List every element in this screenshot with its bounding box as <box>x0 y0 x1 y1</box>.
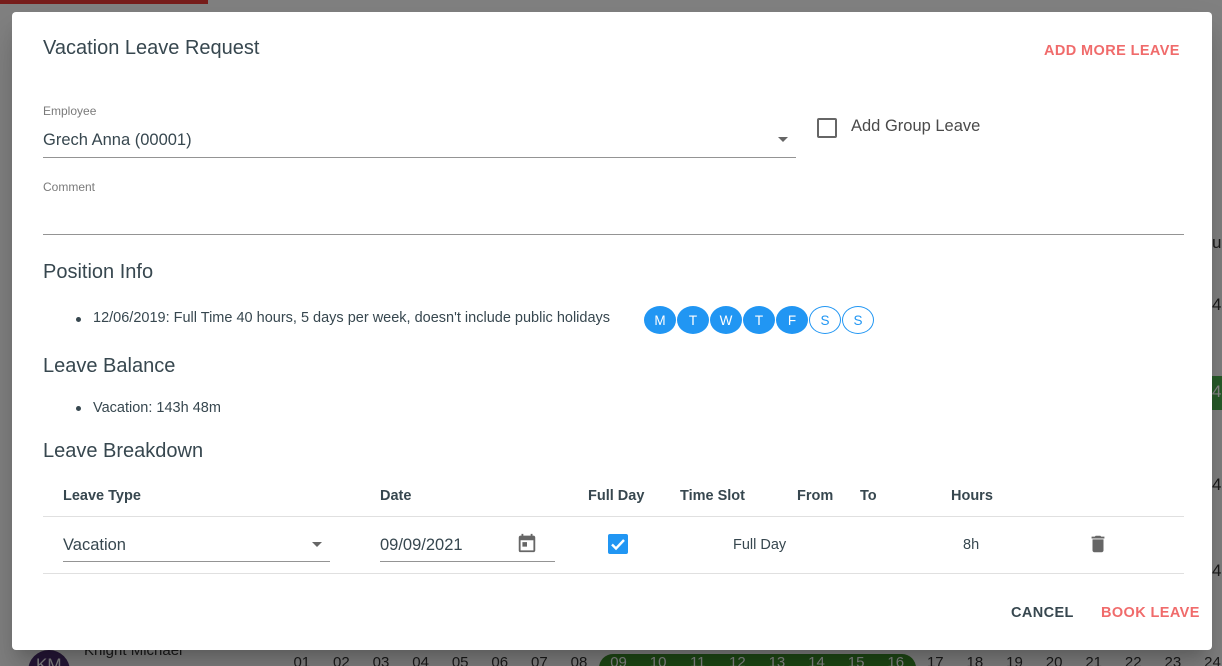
bullet <box>76 317 81 322</box>
cancel-button[interactable]: CANCEL <box>1011 605 1074 621</box>
column-header-from: From <box>797 488 834 504</box>
employee-underline <box>43 157 796 158</box>
column-header-time-slot: Time Slot <box>680 488 745 504</box>
work-days: MTWTFSS <box>644 306 874 334</box>
book-leave-button[interactable]: BOOK LEAVE <box>1101 605 1200 621</box>
work-day-chip: S <box>842 306 874 334</box>
time-slot-value: Full Day <box>733 537 787 553</box>
group-leave-checkbox[interactable] <box>817 118 837 138</box>
column-header-date: Date <box>380 488 412 504</box>
full-day-checkbox[interactable] <box>608 534 628 554</box>
work-day-chip: T <box>743 306 775 334</box>
add-more-leave-button[interactable]: ADD MORE LEAVE <box>1044 43 1180 59</box>
table-header-divider <box>43 516 1184 517</box>
comment-field[interactable] <box>43 234 1184 235</box>
chevron-down-icon[interactable] <box>778 137 788 142</box>
check-icon <box>611 539 625 551</box>
column-header-leave-type: Leave Type <box>63 488 141 504</box>
work-day-chip: M <box>644 306 676 334</box>
work-day-chip: T <box>677 306 709 334</box>
leave-breakdown-heading: Leave Breakdown <box>43 440 204 462</box>
date-input[interactable]: 09/09/2021 <box>380 536 463 555</box>
employee-label: Employee <box>43 104 97 118</box>
bullet <box>76 406 81 411</box>
position-info-heading: Position Info <box>43 261 154 283</box>
employee-select[interactable]: Grech Anna (00001) <box>43 131 192 150</box>
leave-type-select[interactable]: Vacation <box>63 536 126 555</box>
work-day-chip: W <box>710 306 742 334</box>
comment-label: Comment <box>43 180 96 194</box>
column-header-full-day: Full Day <box>588 488 645 504</box>
position-info-text: 12/06/2019: Full Time 40 hours, 5 days p… <box>93 310 611 326</box>
leave-type-underline <box>63 561 330 562</box>
hours-value: 8h <box>963 537 980 553</box>
leave-balance-text: Vacation: 143h 48m <box>93 400 221 416</box>
leave-request-dialog: Vacation Leave Request ADD MORE LEAVE Em… <box>12 12 1212 650</box>
column-header-to: To <box>860 488 877 504</box>
work-day-chip: S <box>809 306 841 334</box>
column-header-hours: Hours <box>951 488 993 504</box>
work-day-chip: F <box>776 306 808 334</box>
dialog-title: Vacation Leave Request <box>43 37 260 59</box>
chevron-down-icon[interactable] <box>312 542 322 547</box>
calendar-icon[interactable] <box>516 532 538 554</box>
table-row-divider <box>43 573 1184 574</box>
group-leave-label[interactable]: Add Group Leave <box>851 117 980 136</box>
date-underline <box>380 561 555 562</box>
trash-icon[interactable] <box>1087 532 1109 556</box>
leave-balance-heading: Leave Balance <box>43 355 176 377</box>
